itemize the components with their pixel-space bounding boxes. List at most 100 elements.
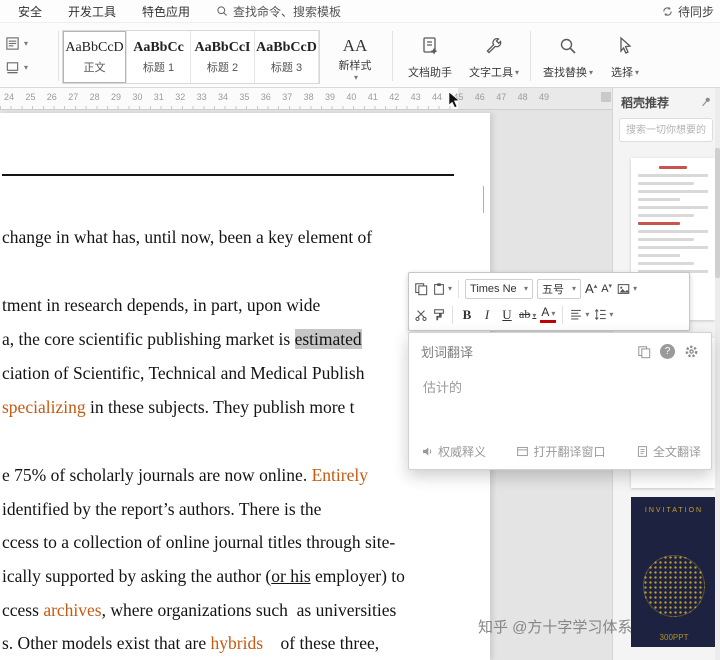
- italic-button[interactable]: I: [479, 307, 495, 323]
- decrease-font-button[interactable]: A: [601, 283, 612, 295]
- style-item-2[interactable]: AaBbCcI标题 2: [191, 31, 255, 83]
- align-button[interactable]: [569, 308, 589, 321]
- find-replace-label: 查找替换: [543, 64, 593, 80]
- tab-security[interactable]: 安全: [18, 3, 42, 20]
- sync-icon: [661, 5, 674, 18]
- style-label: 标题 1: [143, 59, 174, 75]
- text-segment-ul: or his: [271, 566, 310, 586]
- full-text-translate-action[interactable]: 全文翻译: [636, 443, 701, 460]
- doc-assistant-icon: [419, 35, 441, 57]
- text-line: e 75% of scholarly journals are now onli…: [2, 464, 368, 487]
- doc-assistant-button[interactable]: 文档助手: [398, 30, 462, 84]
- horizontal-ruler[interactable]: 2425262728293031323334353637383940414243…: [0, 88, 612, 110]
- zhihu-watermark: 知乎 @方十字学习体系: [478, 616, 632, 637]
- style-item-1[interactable]: AaBbCc标题 1: [127, 31, 191, 83]
- find-replace-button[interactable]: 查找替换: [537, 30, 599, 84]
- text-line: specializing in these subjects. They pub…: [2, 396, 355, 419]
- gold-dotted-circle: [643, 555, 705, 617]
- tab-developer-tools[interactable]: 开发工具: [68, 3, 116, 20]
- ribbon-toolbar: AaBbCcD正文AaBbCc标题 1AaBbCcI标题 2AaBbCcD 标题 …: [0, 22, 720, 88]
- font-color-button[interactable]: A: [540, 306, 556, 323]
- style-label: 正文: [84, 59, 106, 75]
- copy-translation-icon[interactable]: [637, 345, 651, 359]
- document-icon: [636, 445, 649, 458]
- format-painter-icon[interactable]: [432, 308, 446, 322]
- margin-crop-mark: [483, 186, 484, 213]
- paragraph-layout-button[interactable]: [5, 31, 55, 55]
- text-segment-accent: archives: [43, 600, 101, 620]
- cut-scissors-icon[interactable]: [414, 308, 428, 322]
- font-name-select[interactable]: Times Ne: [465, 279, 533, 299]
- translation-actions: 权威释义 打开翻译窗口 全文翻译: [421, 443, 701, 460]
- text-segment-accent: hybrids: [211, 633, 264, 653]
- style-item-0[interactable]: AaBbCcD正文: [63, 31, 127, 83]
- text-line: identified by the report’s authors. Ther…: [2, 498, 321, 521]
- ruler-number: 31: [154, 92, 164, 102]
- text-tool-button[interactable]: 文字工具: [462, 30, 526, 84]
- style-preview: AaBbCcD: [256, 40, 317, 56]
- underline-button[interactable]: U: [499, 307, 515, 323]
- text-segment: identified by the report’s authors. Ther…: [2, 499, 321, 519]
- ruler-number: 37: [282, 92, 292, 102]
- increase-font-button[interactable]: A: [585, 281, 597, 296]
- ruler-number: 36: [261, 92, 271, 102]
- style-item-3[interactable]: AaBbCcD 标题 3: [255, 31, 319, 83]
- ruler-number: 27: [68, 92, 78, 102]
- sync-status[interactable]: 待同步: [661, 3, 714, 20]
- strikethrough-button[interactable]: ab: [519, 307, 536, 322]
- sidebar-toggle-button[interactable]: [601, 92, 611, 102]
- find-replace-icon: [557, 35, 579, 57]
- line-spacing-button[interactable]: [593, 308, 613, 321]
- text-line: tment in research depends, in part, upon…: [2, 294, 320, 317]
- ruler-number: 47: [496, 92, 506, 102]
- translation-header: 划词翻译: [409, 333, 711, 361]
- word-translation-popup: 划词翻译 估计的 权威释义: [408, 332, 712, 470]
- scrollbar-thumb[interactable]: [715, 148, 720, 278]
- copy-icon[interactable]: [414, 282, 428, 296]
- text-line: s. Other models exist that are hybrids o…: [2, 632, 379, 655]
- ruler-number: 33: [197, 92, 207, 102]
- sidebar-title: 稻壳推荐: [621, 94, 669, 111]
- sidebar-header: 稻壳推荐: [613, 88, 720, 116]
- style-label: 标题 2: [207, 59, 238, 75]
- invitation-caption: 300PPT: [631, 633, 717, 642]
- gear-icon[interactable]: [684, 344, 699, 359]
- text-segment-accent: specializing: [2, 397, 86, 417]
- invitation-template-thumbnail[interactable]: INVITATION 300PPT: [631, 497, 717, 647]
- style-label: 标题 3: [271, 59, 302, 75]
- help-icon[interactable]: [660, 344, 675, 359]
- ruler-number: 34: [218, 92, 228, 102]
- open-translate-window-action[interactable]: 打开翻译窗口: [516, 443, 605, 460]
- text-segment: employer) to: [311, 566, 405, 586]
- ruler-number: 38: [304, 92, 314, 102]
- horizontal-rule: [2, 174, 454, 176]
- pin-icon[interactable]: [700, 96, 712, 108]
- bold-button[interactable]: B: [459, 307, 475, 323]
- text-segment: , where organizations such as universiti…: [102, 600, 397, 620]
- tab-special-features[interactable]: 特色应用: [142, 3, 190, 20]
- insert-image-icon[interactable]: [616, 282, 637, 296]
- new-style-button[interactable]: AA 新样式: [324, 30, 386, 84]
- style-gallery: AaBbCcD正文AaBbCc标题 1AaBbCcI标题 2AaBbCcD 标题 …: [62, 30, 320, 84]
- select-label: 选择: [611, 64, 639, 80]
- text-line: a, the core scientific publishing market…: [2, 328, 362, 351]
- ruler-number: 39: [325, 92, 335, 102]
- select-button[interactable]: 选择: [601, 30, 649, 84]
- text-segment-hl: estimated: [295, 329, 362, 349]
- sidebar-search-input[interactable]: [619, 118, 713, 142]
- translation-result: 估计的: [409, 361, 711, 396]
- format-options-button[interactable]: [5, 55, 55, 79]
- paste-icon[interactable]: [432, 282, 452, 296]
- pronounce-action[interactable]: 权威释义: [421, 443, 486, 460]
- text-tool-label: 文字工具: [469, 64, 519, 80]
- ruler-number: 46: [475, 92, 485, 102]
- command-search[interactable]: 查找命令、搜索模板: [216, 3, 341, 20]
- sync-status-label: 待同步: [678, 3, 714, 20]
- sidebar-scrollbar[interactable]: [715, 88, 720, 660]
- text-segment: ciation of Scientific, Technical and Med…: [2, 363, 364, 383]
- font-size-select[interactable]: 五号: [537, 279, 581, 299]
- window-icon: [516, 445, 529, 458]
- doc-assistant-label: 文档助手: [408, 64, 452, 80]
- floating-format-toolbar: Times Ne 五号 A A B I U ab A: [408, 272, 690, 331]
- menu-bar: 安全 开发工具 特色应用 查找命令、搜索模板 待同步: [0, 0, 720, 22]
